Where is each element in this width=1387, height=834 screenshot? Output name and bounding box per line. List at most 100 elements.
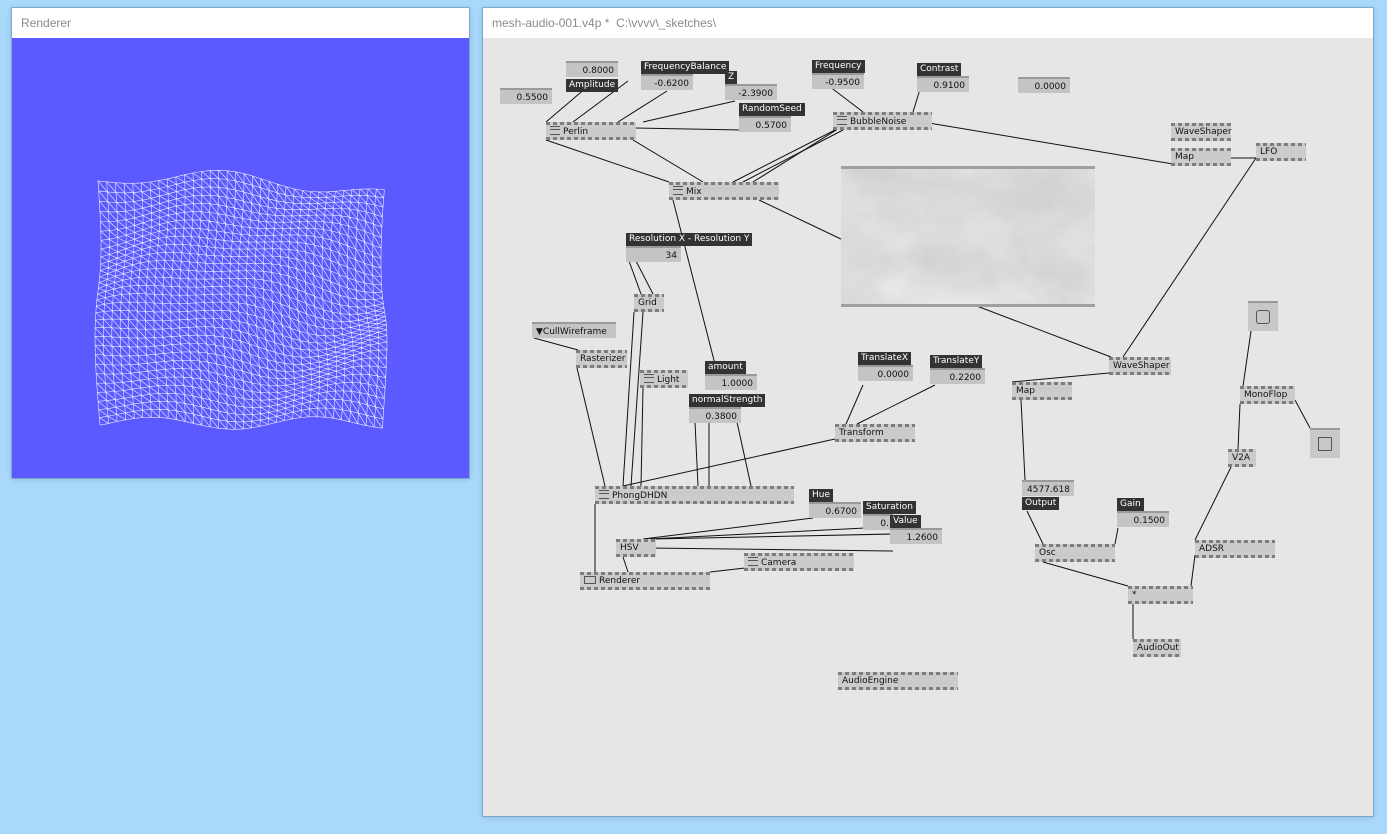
label-frequency-balance: FrequencyBalance (641, 61, 730, 74)
patch-wire[interactable] (736, 421, 752, 487)
node-multiply[interactable]: * (1128, 586, 1193, 604)
node-rasterizer[interactable]: Rasterizer (576, 350, 627, 368)
random-seed-value[interactable]: 0.5700 (739, 116, 791, 132)
patch-wire[interactable] (1011, 372, 1110, 383)
patch-wire[interactable] (672, 199, 719, 377)
wire-layer (533, 80, 1311, 639)
patch-wire[interactable] (1114, 527, 1119, 545)
patch-wire[interactable] (622, 556, 629, 573)
translate-x-value[interactable]: 0.0000 (858, 365, 913, 381)
node-osc[interactable]: Osc (1035, 544, 1115, 562)
output-value[interactable]: 4577.618 (1022, 480, 1074, 496)
node-menu-icon (748, 557, 758, 566)
patch-wire[interactable] (648, 527, 866, 540)
node-map-mid[interactable]: Map (1012, 382, 1072, 400)
free-value-right[interactable]: 0.0000 (1018, 77, 1070, 93)
render-viewport[interactable] (12, 38, 469, 478)
node-menu-icon (550, 126, 560, 135)
node-mix[interactable]: Mix (669, 182, 779, 200)
patch-wire[interactable] (960, 299, 1112, 358)
node-transform[interactable]: Transform (835, 424, 915, 442)
patch-wire[interactable] (576, 367, 606, 487)
gain-value[interactable]: 0.1500 (1117, 511, 1169, 527)
patch-wire[interactable] (922, 121, 1174, 165)
patch-wire[interactable] (1294, 399, 1311, 429)
patch-wire[interactable] (628, 260, 642, 295)
amount-value[interactable]: 1.0000 (705, 374, 757, 390)
texture-preview (841, 166, 1095, 307)
patch-wire[interactable] (1042, 561, 1129, 587)
patch-wire[interactable] (632, 139, 704, 183)
patch-wire[interactable] (1194, 466, 1232, 541)
node-light[interactable]: Light (640, 370, 688, 388)
contrast-value[interactable]: 0.9100 (917, 76, 969, 92)
patch-wire[interactable] (647, 547, 894, 552)
node-waveshaper-mid[interactable]: WaveShaper (1109, 357, 1171, 375)
frequency-balance-value[interactable]: -0.6200 (641, 74, 693, 90)
patch-wire[interactable] (634, 127, 743, 131)
wireframe-mesh (94, 169, 388, 430)
node-adsr[interactable]: ADSR (1195, 540, 1275, 558)
node-perlin[interactable]: Perlin (546, 122, 636, 140)
node-menu-icon (644, 374, 654, 383)
patch-wire[interactable] (694, 421, 699, 487)
bang-button[interactable] (1248, 301, 1278, 331)
bang-icon (1256, 310, 1270, 324)
patch-wire[interactable] (545, 139, 670, 183)
free-value-left[interactable]: 0.5500 (500, 88, 552, 104)
node-monoflop[interactable]: MonoFlop (1240, 386, 1295, 404)
z-value[interactable]: -2.3900 (725, 84, 777, 100)
patch-wire[interactable] (1026, 510, 1044, 545)
value-value[interactable]: 1.2600 (890, 528, 942, 544)
patch-canvas[interactable]: Amplitude 0.8000 0.5500 FrequencyBalance… (483, 38, 1373, 816)
node-v2a[interactable]: V2A (1228, 449, 1256, 467)
label-saturation: Saturation (863, 501, 916, 514)
node-osc-label: Osc (1039, 548, 1056, 558)
patch-wire[interactable] (1020, 399, 1026, 481)
node-menu-icon (673, 186, 683, 195)
node-lfo[interactable]: LFO (1256, 143, 1306, 161)
node-phong[interactable]: PhongDHDN (595, 486, 794, 504)
patch-wire[interactable] (635, 260, 654, 295)
hue-value[interactable]: 0.6700 (809, 502, 861, 518)
patch-wire[interactable] (1190, 554, 1196, 587)
cull-wireframe-enum[interactable]: ▼CullWireframe (532, 322, 616, 338)
label-amplitude: Amplitude (566, 79, 619, 92)
renderer-window-icon (584, 576, 596, 584)
node-waveshaper-top[interactable]: WaveShaper (1171, 123, 1232, 141)
saturation-value[interactable]: 0. (863, 514, 893, 530)
patch-wire[interactable] (732, 129, 836, 183)
node-camera[interactable]: Camera (744, 553, 854, 571)
patch-wire[interactable] (1242, 330, 1252, 387)
node-hsv[interactable]: HSV (616, 539, 656, 557)
frequency-value[interactable]: -0.9500 (812, 73, 864, 89)
node-map-top[interactable]: Map (1171, 148, 1231, 166)
node-renderer[interactable]: Renderer (580, 572, 710, 590)
resolution-value[interactable]: 34 (626, 246, 681, 262)
patch-wire[interactable] (640, 387, 644, 487)
patch-wire[interactable] (617, 90, 668, 123)
toggle-button[interactable] (1310, 428, 1340, 458)
patch-wire[interactable] (622, 438, 836, 487)
patch-wire[interactable] (709, 567, 746, 573)
patch-window-title[interactable]: mesh-audio-001.v4p * C:\vvvv\_sketches\ (483, 8, 1373, 38)
node-bubble-noise[interactable]: BubbleNoise (833, 112, 932, 130)
node-lfo-label: LFO (1260, 147, 1278, 157)
node-phong-label: PhongDHDN (612, 491, 668, 501)
label-normal-strength: normalStrength (689, 394, 766, 407)
patch-wire[interactable] (1122, 157, 1257, 358)
patch-wire[interactable] (845, 384, 864, 425)
patch-wire[interactable] (856, 384, 936, 425)
renderer-window-title[interactable]: Renderer (12, 8, 469, 38)
patch-wire[interactable] (758, 199, 844, 241)
node-audio-out[interactable]: AudioOut (1133, 639, 1181, 657)
patch-wire[interactable] (642, 100, 736, 123)
translate-y-value[interactable]: 0.2200 (930, 368, 985, 384)
node-mix-label: Mix (686, 187, 702, 197)
patch-wire[interactable] (742, 129, 844, 183)
node-grid[interactable]: Grid (634, 294, 664, 312)
normal-strength-value[interactable]: 0.3800 (689, 407, 741, 423)
node-audio-engine[interactable]: AudioEngine (838, 672, 958, 690)
patch-wire[interactable] (1237, 403, 1241, 450)
amplitude-value[interactable]: 0.8000 (566, 61, 618, 77)
